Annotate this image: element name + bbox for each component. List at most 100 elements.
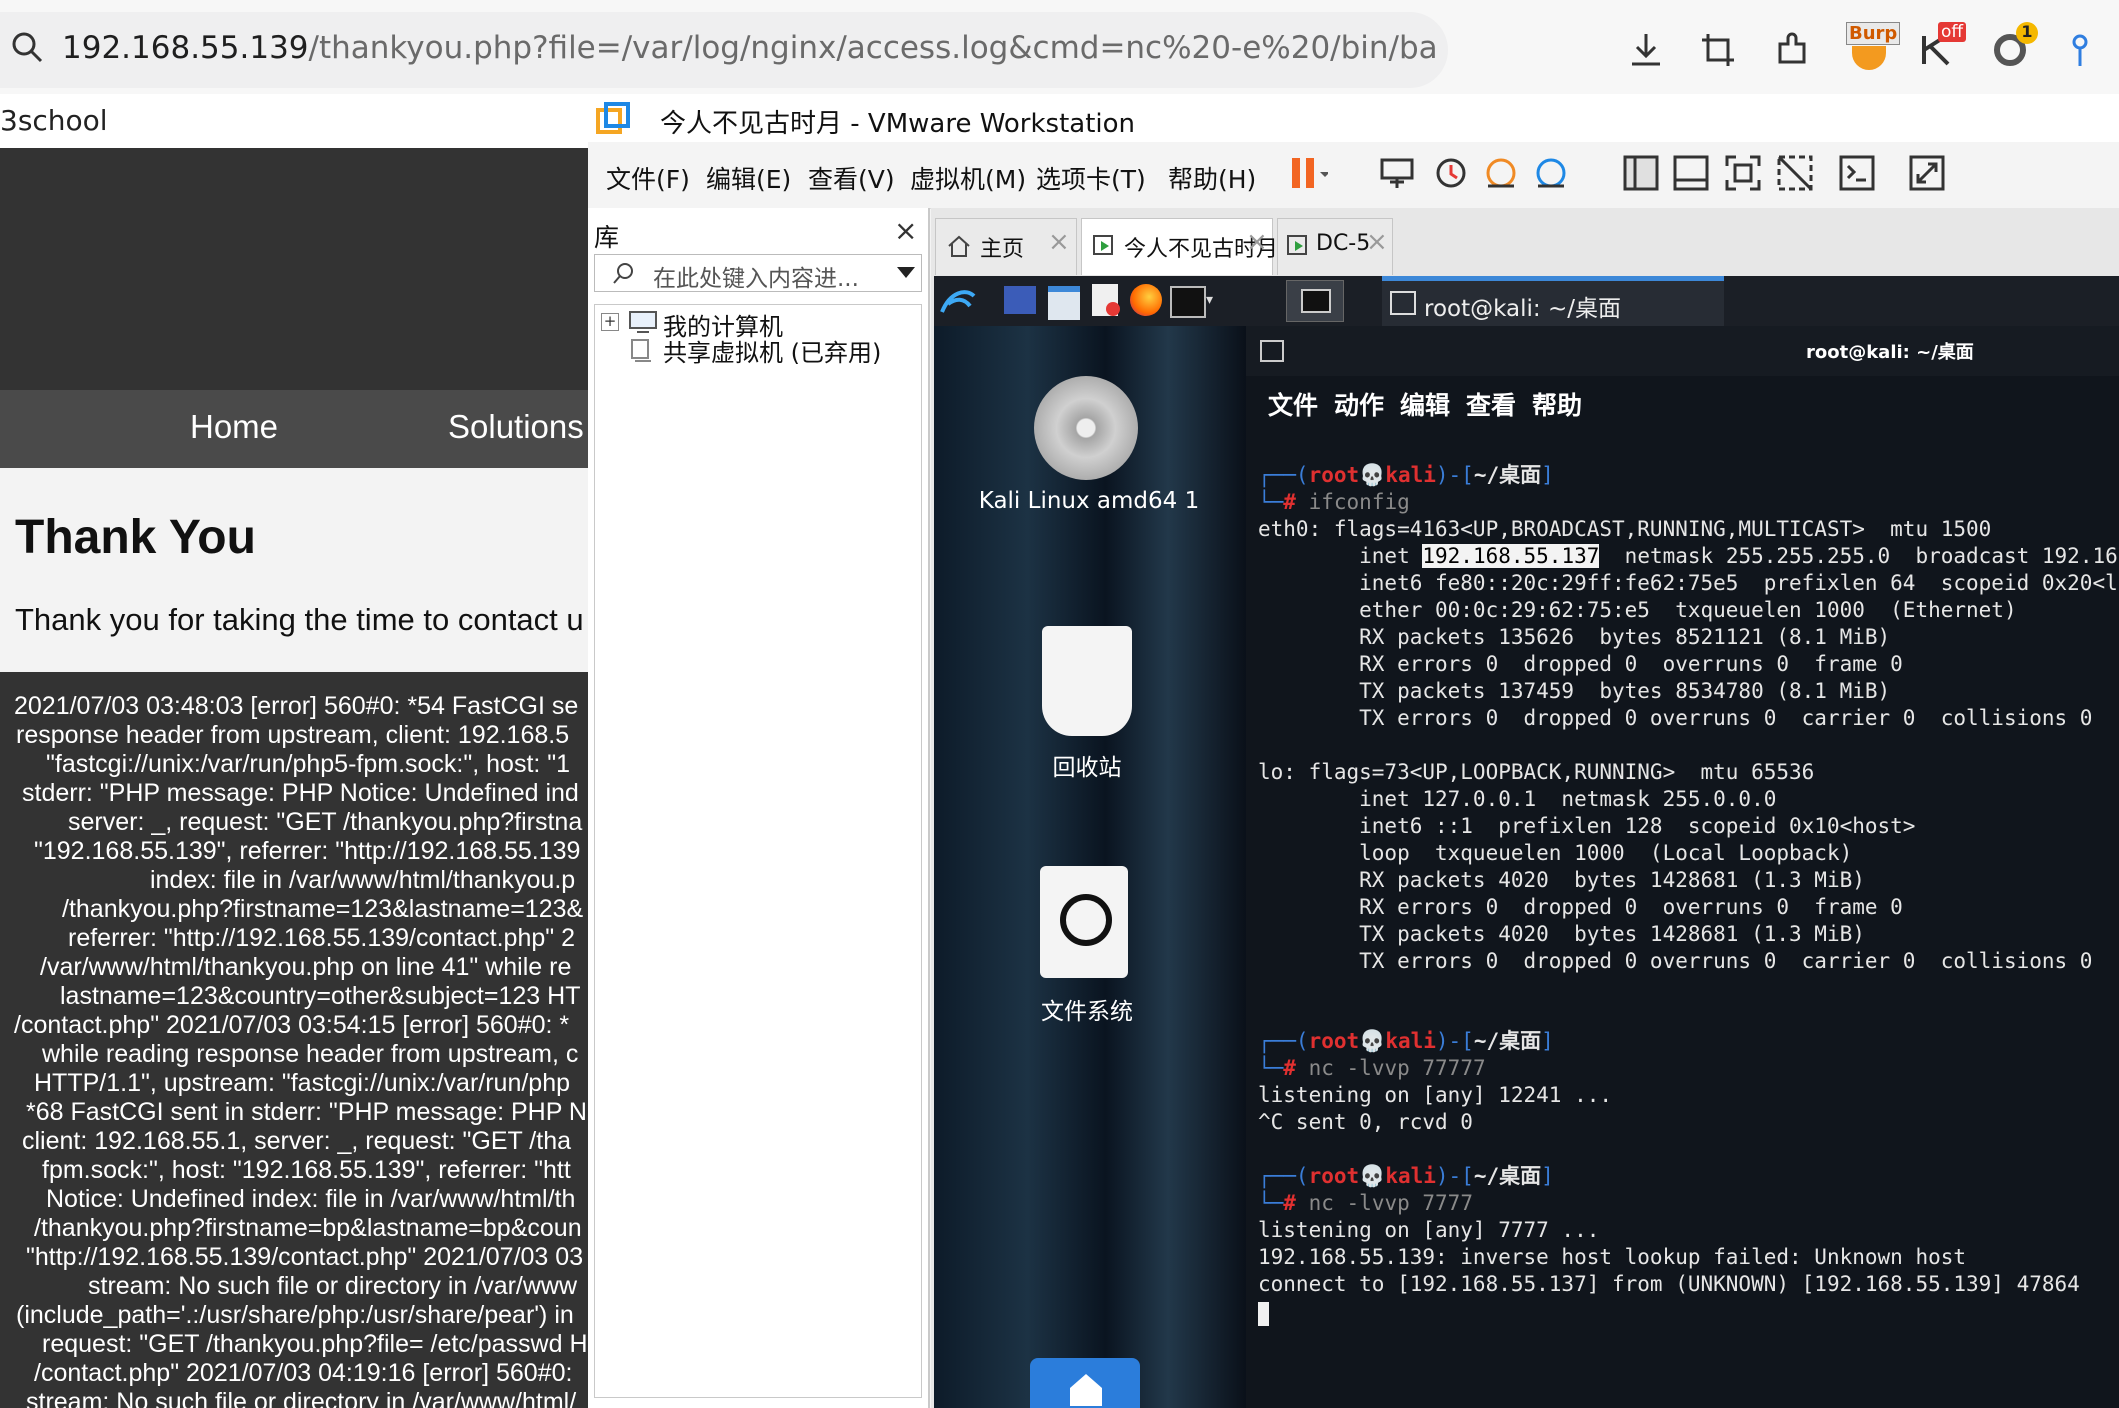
send-ctrl-alt-del-icon[interactable] <box>1376 152 1418 194</box>
terminal-launcher-icon[interactable] <box>1170 286 1206 318</box>
firefox-icon[interactable] <box>1130 284 1162 316</box>
log-line: stream: No such file or directory in /va… <box>26 1388 577 1408</box>
tab-home[interactable]: 主页 × <box>935 218 1077 275</box>
nav-solutions[interactable]: Solutions <box>448 408 584 446</box>
show-library-icon[interactable] <box>1620 152 1662 194</box>
terminal-window-icon <box>1390 291 1416 315</box>
close-icon[interactable]: × <box>1366 227 1388 257</box>
library-tree: + 我的计算机 共享虚拟机 (已弃用) <box>594 304 922 1398</box>
pause-icon[interactable] <box>1286 152 1328 194</box>
filesystem-icon[interactable] <box>1040 866 1128 978</box>
revert-snapshot-icon[interactable] <box>1480 152 1522 194</box>
terminal-titlebar: root@kali: ~/桌面 <box>1246 326 2119 376</box>
file-manager-icon[interactable] <box>1048 286 1080 320</box>
fullscreen-icon[interactable] <box>1722 152 1764 194</box>
menu-view[interactable]: 查看(V) <box>808 160 895 196</box>
prompt-dir: ~/桌面 <box>1473 1164 1542 1188</box>
prompt-host: kali <box>1385 1164 1436 1188</box>
address-bar[interactable]: 192.168.55.139/thankyou.php?file=/var/lo… <box>0 12 1448 88</box>
command-text: ifconfig <box>1308 490 1410 514</box>
tab-vm-active[interactable]: 今人不见古时月 × <box>1081 218 1278 275</box>
terminal-menu-edit[interactable]: 编辑 <box>1400 386 1450 422</box>
menu-file[interactable]: 文件(F) <box>606 160 690 196</box>
desktop-icon-label[interactable]: Kali Linux amd64 1 <box>964 488 1214 514</box>
burp-extension-icon[interactable]: Burp <box>1846 22 1901 74</box>
prompt-line: ┌──(root💀kali)-[~/桌面] <box>1258 1029 1554 1053</box>
terminal-menu-help[interactable]: 帮助 <box>1532 386 1582 422</box>
vmware-window: 今人不见古时月 - VMware Workstation 文件(F) 编辑(E)… <box>588 96 2119 1408</box>
download-icon[interactable] <box>1626 30 1666 70</box>
output-line: ether 00:0c:29:62:75:e5 txqueuelen 1000 … <box>1258 598 2017 622</box>
terminal-menu-view[interactable]: 查看 <box>1466 386 1516 422</box>
window-title: 今人不见古时月 - VMware Workstation <box>660 109 1136 139</box>
stretch-guest-icon[interactable] <box>1906 152 1948 194</box>
kali-panel: ▾ root@kali: ~/桌面 <box>934 276 2119 331</box>
pin-icon[interactable] <box>2060 30 2100 70</box>
guest-screen[interactable]: ▾ root@kali: ~/桌面 Kali Linux amd64 1 回收站… <box>934 276 2119 1408</box>
close-icon[interactable]: × <box>1048 227 1070 257</box>
home-folder-icon[interactable] <box>1030 1358 1140 1408</box>
log-line: "http://192.168.55.139/contact.php" 2021… <box>26 1243 584 1271</box>
log-line: 2021/07/03 03:48:03 [error] 560#0: *54 F… <box>14 692 579 720</box>
output-line: loop txqueuelen 1000 (Local Loopback) <box>1258 841 1853 865</box>
log-line: referrer: "http://192.168.55.139/contact… <box>68 924 575 952</box>
extensions-icon[interactable] <box>1772 30 1812 70</box>
log-line: server: _, request: "GET /thankyou.php?f… <box>68 808 583 836</box>
kali-desktop: Kali Linux amd64 1 回收站 文件系统 <box>934 326 1246 1408</box>
desktop-icon-label[interactable]: 回收站 <box>962 748 1212 782</box>
output-line: inet6 ::1 prefixlen 128 scopeid 0x10<hos… <box>1258 814 1916 838</box>
output-line: lo: flags=73<UP,LOOPBACK,RUNNING> mtu 65… <box>1258 760 1815 784</box>
unity-icon[interactable] <box>1774 152 1816 194</box>
tree-item-shared-vms[interactable]: 共享虚拟机 (已弃用) <box>663 333 881 368</box>
chevron-down-icon[interactable]: ▾ <box>1206 292 1213 308</box>
chevron-down-icon[interactable] <box>897 267 915 278</box>
burp-label: Burp <box>1846 22 1901 45</box>
disc-icon[interactable] <box>1034 376 1138 480</box>
prompt-dir: ~/桌面 <box>1473 463 1542 487</box>
kali-menu-icon[interactable] <box>938 282 978 320</box>
terminal-menubar: 文件 动作 编辑 查看 帮助 <box>1246 376 2119 426</box>
log-line: client: 192.168.55.1, server: _, request… <box>22 1127 571 1155</box>
search-icon <box>12 32 43 63</box>
taskbar-terminal-window[interactable]: root@kali: ~/桌面 <box>1382 276 1724 331</box>
desktop-icon-label[interactable]: 文件系统 <box>962 992 1212 1026</box>
close-icon[interactable]: × <box>1246 227 1268 257</box>
snapshot-manager-icon[interactable] <box>1530 152 1572 194</box>
url-text[interactable]: 192.168.55.139/thankyou.php?file=/var/lo… <box>62 30 1438 66</box>
log-line: /var/www/html/thankyou.php on line 41" w… <box>40 953 572 981</box>
console-view-icon[interactable] <box>1836 152 1878 194</box>
snapshot-icon[interactable] <box>1430 152 1472 194</box>
prompt-user: root <box>1308 463 1360 487</box>
expand-icon[interactable]: + <box>601 313 619 331</box>
menu-vm[interactable]: 虚拟机(M) <box>910 160 1026 196</box>
terminal-menu-actions[interactable]: 动作 <box>1334 386 1384 422</box>
nav-home[interactable]: Home <box>190 408 278 446</box>
trash-icon[interactable] <box>1042 626 1132 736</box>
show-desktop-icon[interactable] <box>1004 286 1036 314</box>
tab-dc5[interactable]: DC-5 × <box>1277 218 1393 275</box>
text-editor-icon[interactable] <box>1092 284 1120 316</box>
crop-icon[interactable] <box>1698 30 1738 70</box>
menu-help[interactable]: 帮助(H) <box>1168 160 1256 196</box>
library-title: 库 <box>594 223 620 252</box>
terminal-window[interactable]: root@kali: ~/桌面 文件 动作 编辑 查看 帮助 ┌──(root💀… <box>1246 326 2119 1408</box>
vm-tabs: 主页 × 今人不见古时月 × DC-5 × <box>931 208 2119 278</box>
close-icon[interactable]: × <box>894 214 917 247</box>
menu-tabs[interactable]: 选项卡(T) <box>1036 160 1146 196</box>
menu-edit[interactable]: 编辑(E) <box>706 160 791 196</box>
output-line: RX packets 4020 bytes 1428681 (1.3 MiB) <box>1258 868 1865 892</box>
prompt-line: ┌──(root💀kali)-[~/桌面] <box>1258 463 1554 487</box>
log-line: stream: No such file or directory in /va… <box>88 1272 578 1300</box>
workspace-1[interactable] <box>1286 280 1344 322</box>
library-search-input[interactable]: 在此处键入内容进... <box>594 254 922 292</box>
proxy-toggle-icon[interactable]: off <box>1918 22 1972 74</box>
output-line: 192.168.55.139: inverse host lookup fail… <box>1258 1245 1967 1269</box>
output-line: TX errors 0 dropped 0 overruns 0 carrier… <box>1258 706 2093 730</box>
extension-badge-icon[interactable]: 1 <box>1990 22 2042 74</box>
thumbnail-bar-icon[interactable] <box>1670 152 1712 194</box>
page-tab-title[interactable]: 3school <box>0 104 108 137</box>
terminal-menu-file[interactable]: 文件 <box>1268 386 1318 422</box>
page-title: Thank You <box>15 511 256 564</box>
log-line: /contact.php" 2021/07/03 03:54:15 [error… <box>14 1011 570 1039</box>
log-line: /contact.php" 2021/07/03 04:19:16 [error… <box>34 1359 573 1387</box>
